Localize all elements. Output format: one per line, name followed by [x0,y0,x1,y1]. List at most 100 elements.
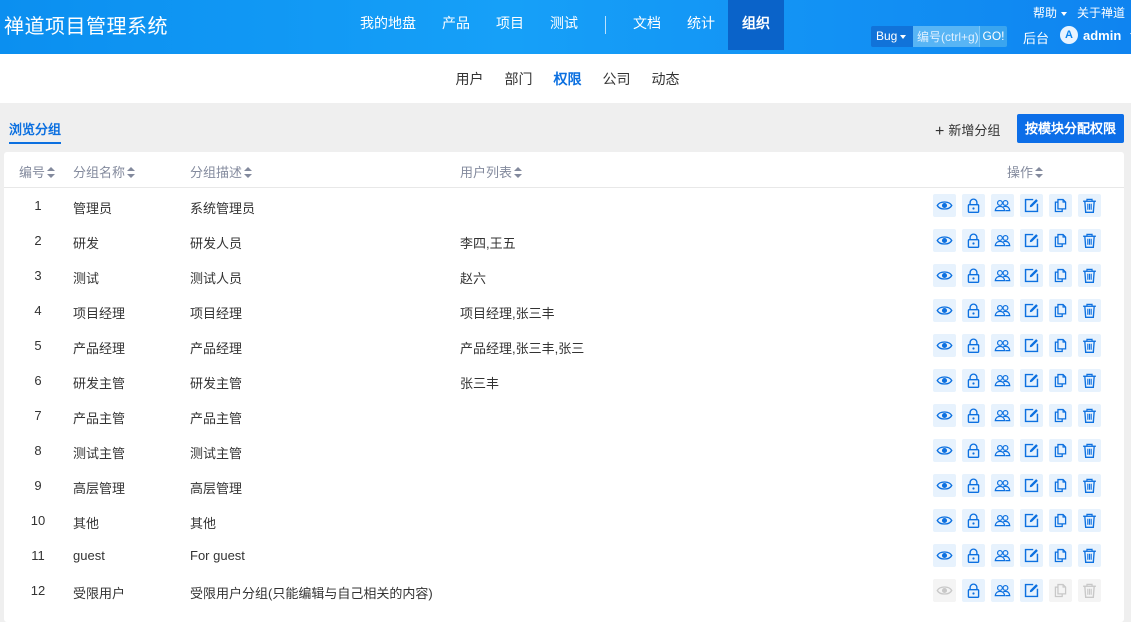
lock-button[interactable] [962,474,985,497]
lock-button[interactable] [962,264,985,287]
search-type-select[interactable]: Bug [871,26,913,47]
edit-button[interactable] [1020,439,1043,462]
copy-button[interactable] [1049,474,1072,497]
users-button[interactable] [991,229,1014,252]
subnav-dept[interactable]: 部门 [494,69,543,89]
col-id[interactable]: 编号 [19,162,56,181]
copy-button[interactable] [1049,229,1072,252]
edit-button[interactable] [1020,509,1043,532]
eye-button[interactable] [933,544,956,567]
eye-button[interactable] [933,439,956,462]
lock-button[interactable] [962,509,985,532]
lock-button[interactable] [962,229,985,252]
col-name[interactable]: 分组名称 [73,162,136,181]
lock-button[interactable] [962,439,985,462]
brand-title[interactable]: 禅道项目管理系统 [4,10,168,39]
edit-button[interactable] [1020,299,1043,322]
users-button[interactable] [991,439,1014,462]
eye-button[interactable] [933,299,956,322]
lock-button[interactable] [962,404,985,427]
eye-button[interactable] [933,369,956,392]
edit-button[interactable] [1020,194,1043,217]
copy-button[interactable] [1049,194,1072,217]
users-button[interactable] [991,579,1014,602]
users-button[interactable] [991,264,1014,287]
edit-button[interactable] [1020,264,1043,287]
assign-by-module-button[interactable]: 按模块分配权限 [1017,114,1124,143]
lock-button[interactable] [962,194,985,217]
eye-button[interactable] [933,229,956,252]
col-id-label: 编号 [19,165,46,180]
tab-browse-groups[interactable]: 浏览分组 [9,119,62,144]
trash-button[interactable] [1078,334,1101,357]
nav-test[interactable]: 测试 [537,0,591,50]
trash-button[interactable] [1078,299,1101,322]
nav-project[interactable]: 项目 [483,0,537,50]
edit-button[interactable] [1020,334,1043,357]
edit-button[interactable] [1020,474,1043,497]
lock-button[interactable] [962,369,985,392]
table-row: 6 研发主管 研发主管 张三丰 [4,363,1124,398]
copy-button[interactable] [1049,299,1072,322]
edit-button[interactable] [1020,544,1043,567]
edit-button[interactable] [1020,404,1043,427]
subnav-permissions[interactable]: 权限 [543,69,592,89]
copy-button[interactable] [1049,264,1072,287]
subnav-company[interactable]: 公司 [592,69,641,89]
lock-button[interactable] [962,334,985,357]
copy-button[interactable] [1049,544,1072,567]
copy-button[interactable] [1049,369,1072,392]
lock-button[interactable] [962,299,985,322]
nav-my[interactable]: 我的地盘 [347,0,429,50]
users-button[interactable] [991,404,1014,427]
search-go-button[interactable]: GO! [979,26,1007,47]
trash-button[interactable] [1078,264,1101,287]
nav-doc[interactable]: 文档 [620,0,674,50]
col-desc[interactable]: 分组描述 [190,162,253,181]
trash-button[interactable] [1078,194,1101,217]
eye-button[interactable] [933,194,956,217]
trash-button[interactable] [1078,544,1101,567]
trash-button[interactable] [1078,229,1101,252]
lock-button[interactable] [962,544,985,567]
nav-company[interactable]: 组织 [728,0,784,50]
users-button[interactable] [991,509,1014,532]
trash-button[interactable] [1078,369,1101,392]
edit-button[interactable] [1020,369,1043,392]
users-button[interactable] [991,334,1014,357]
copy-button[interactable] [1049,404,1072,427]
user-menu[interactable]: A admin [1060,26,1131,44]
edit-button[interactable] [1020,229,1043,252]
users-button[interactable] [991,474,1014,497]
eye-button[interactable] [933,509,956,532]
edit-button[interactable] [1020,579,1043,602]
about-link[interactable]: 关于禅道 [1077,4,1125,21]
nav-product[interactable]: 产品 [429,0,483,50]
eye-button[interactable] [933,474,956,497]
copy-button[interactable] [1049,439,1072,462]
users-button[interactable] [991,299,1014,322]
trash-button[interactable] [1078,404,1101,427]
users-button[interactable] [991,369,1014,392]
col-users[interactable]: 用户列表 [460,162,523,181]
eye-button[interactable] [933,334,956,357]
col-actions[interactable]: 操作 [1007,162,1044,181]
lock-button[interactable] [962,579,985,602]
copy-button[interactable] [1049,334,1072,357]
search-input[interactable] [913,26,979,47]
subnav-users[interactable]: 用户 [445,69,494,89]
group-id: 10 [30,513,46,528]
admin-backend-link[interactable]: 后台 [1023,28,1049,47]
users-button[interactable] [991,194,1014,217]
trash-button[interactable] [1078,509,1101,532]
nav-report[interactable]: 统计 [674,0,728,50]
subnav-dynamic[interactable]: 动态 [641,69,690,89]
eye-button[interactable] [933,264,956,287]
help-menu[interactable]: 帮助 [1033,4,1067,21]
trash-button[interactable] [1078,439,1101,462]
copy-button[interactable] [1049,509,1072,532]
add-group-button[interactable]: + 新增分组 [935,120,1000,141]
trash-button[interactable] [1078,474,1101,497]
eye-button[interactable] [933,404,956,427]
users-button[interactable] [991,544,1014,567]
